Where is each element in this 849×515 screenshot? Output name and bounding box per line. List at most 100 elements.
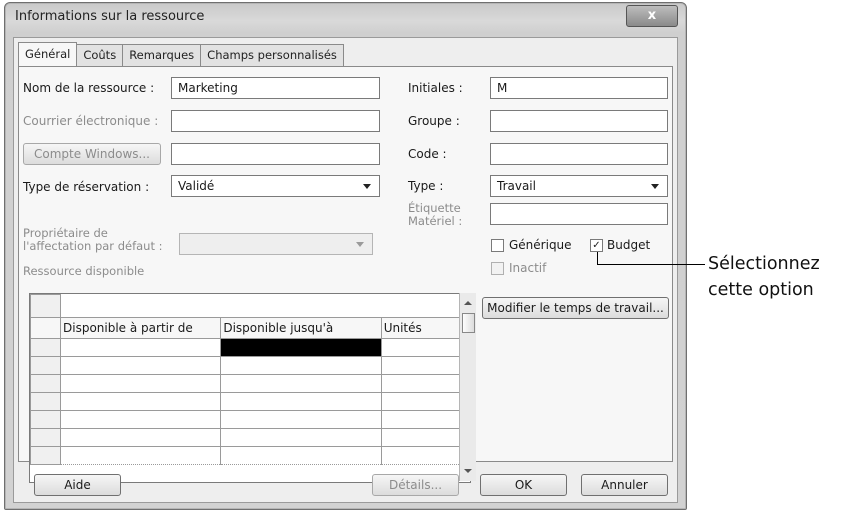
cell-to[interactable]	[220, 428, 382, 447]
code-label: Code :	[408, 147, 447, 161]
compte-windows-button[interactable]: Compte Windows...	[23, 143, 161, 165]
dialog-client-area: Général Coûts Remarques Champs personnal…	[13, 37, 678, 503]
table-row[interactable]	[30, 374, 466, 393]
row-header[interactable]	[30, 374, 61, 393]
code-field[interactable]	[490, 143, 668, 165]
row-header[interactable]	[30, 410, 61, 429]
scroll-down-arrow-icon[interactable]	[464, 469, 472, 473]
cell-to[interactable]	[220, 410, 382, 429]
table-row[interactable]	[30, 338, 466, 357]
details-button[interactable]: Détails...	[372, 474, 459, 496]
col-header-disponible-a-partir[interactable]: Disponible à partir de	[59, 317, 222, 339]
courriel-label: Courrier électronique :	[23, 114, 159, 128]
general-tab-panel: Nom de la ressource : Marketing Courrier…	[18, 66, 673, 483]
initiales-label: Initiales :	[408, 81, 463, 95]
table-row[interactable]	[30, 356, 466, 375]
scroll-thumb[interactable]	[462, 313, 475, 333]
cell-from[interactable]	[59, 374, 222, 393]
cell-units[interactable]	[380, 428, 466, 447]
groupe-field[interactable]	[490, 110, 668, 132]
callout-line1: Sélectionnez	[708, 254, 820, 274]
type-value: Travail	[497, 179, 536, 193]
aide-button[interactable]: Aide	[34, 474, 121, 496]
type-label: Type :	[408, 179, 444, 193]
cell-from[interactable]	[59, 392, 222, 411]
callout-leader-horizontal	[597, 264, 705, 265]
modifier-temps-travail-button[interactable]: Modifier le temps de travail...	[482, 297, 669, 319]
nom-field[interactable]: Marketing	[171, 77, 380, 99]
callout-line2: cette option	[708, 280, 814, 300]
cell-units[interactable]	[380, 410, 466, 429]
cell-to-selected[interactable]	[220, 338, 382, 357]
availability-grid[interactable]: Disponible à partir de Disponible jusqu'…	[29, 293, 471, 483]
cell-to[interactable]	[220, 356, 382, 375]
etiquette-label-line2: Matériel :	[408, 214, 463, 228]
table-row[interactable]	[30, 428, 466, 447]
proprietaire-label-line2: l'affectation par défaut :	[23, 239, 163, 253]
proprietaire-label-line1: Propriétaire de	[23, 226, 108, 240]
cell-units[interactable]	[380, 338, 466, 357]
cell-from[interactable]	[59, 410, 222, 429]
checkmark-icon: ✓	[592, 240, 601, 251]
cell-from[interactable]	[59, 338, 222, 357]
type-reservation-select[interactable]: Validé	[171, 175, 380, 197]
tab-strip: Général Coûts Remarques Champs personnal…	[18, 42, 344, 67]
proprietaire-select[interactable]	[179, 233, 373, 255]
grid-corner-cell	[30, 294, 61, 318]
type-reservation-label: Type de réservation :	[23, 180, 150, 194]
table-row[interactable]	[30, 446, 466, 465]
cell-from[interactable]	[59, 356, 222, 375]
generique-label: Générique	[509, 238, 572, 252]
dialog-title: Informations sur la ressource	[15, 9, 205, 24]
tab-general[interactable]: Général	[18, 42, 78, 67]
cell-to[interactable]	[220, 374, 382, 393]
row-header[interactable]	[30, 392, 61, 411]
row-header[interactable]	[30, 446, 61, 465]
callout-annotation: Sélectionnez cette option	[708, 251, 820, 303]
cell-units[interactable]	[380, 356, 466, 375]
tab-remarques[interactable]: Remarques	[122, 44, 202, 66]
initiales-field[interactable]: M	[490, 77, 668, 99]
row-header[interactable]	[30, 338, 61, 357]
cell-to[interactable]	[220, 392, 382, 411]
cell-units[interactable]	[380, 392, 466, 411]
inactif-label: Inactif	[509, 261, 547, 275]
budget-checkbox[interactable]: ✓	[590, 239, 603, 252]
grid-entry-bar[interactable]	[60, 294, 465, 318]
type-select[interactable]: Travail	[490, 175, 668, 197]
row-header[interactable]	[30, 356, 61, 375]
compte-windows-field[interactable]	[171, 143, 380, 165]
inactif-checkbox[interactable]	[491, 262, 504, 275]
cell-units[interactable]	[380, 374, 466, 393]
tab-couts[interactable]: Coûts	[76, 44, 124, 66]
cell-from[interactable]	[59, 428, 222, 447]
annuler-button[interactable]: Annuler	[581, 474, 668, 496]
cell-from[interactable]	[59, 446, 222, 465]
groupe-label: Groupe :	[408, 114, 460, 128]
cell-units[interactable]	[380, 446, 466, 465]
type-reservation-value: Validé	[178, 179, 215, 193]
title-bar: Informations sur la ressource x	[5, 3, 686, 33]
cell-to[interactable]	[220, 446, 382, 465]
budget-label: Budget	[607, 238, 651, 252]
etiquette-field[interactable]	[490, 203, 668, 225]
row-header[interactable]	[30, 428, 61, 447]
close-icon: x	[647, 8, 657, 23]
col-header-unites[interactable]: Unités	[380, 317, 466, 339]
availability-table: Disponible à partir de Disponible jusqu'…	[30, 294, 466, 465]
scroll-up-arrow-icon[interactable]	[464, 301, 472, 305]
courriel-field[interactable]	[171, 110, 380, 132]
resource-info-dialog: Informations sur la ressource x Général …	[4, 2, 687, 510]
ressource-disponible-label: Ressource disponible	[23, 264, 145, 278]
generique-checkbox[interactable]	[491, 239, 504, 252]
table-row[interactable]	[30, 410, 466, 429]
nom-label: Nom de la ressource :	[23, 81, 155, 95]
grid-vertical-scrollbar[interactable]	[459, 293, 476, 481]
close-button[interactable]: x	[626, 5, 678, 27]
col-header-disponible-jusqua[interactable]: Disponible jusqu'à	[220, 317, 382, 339]
tab-champs-personnalises[interactable]: Champs personnalisés	[200, 44, 344, 66]
grid-header-rowhead	[30, 317, 61, 339]
ok-button[interactable]: OK	[480, 474, 567, 496]
etiquette-label-line1: Étiquette	[408, 201, 461, 215]
table-row[interactable]	[30, 392, 466, 411]
